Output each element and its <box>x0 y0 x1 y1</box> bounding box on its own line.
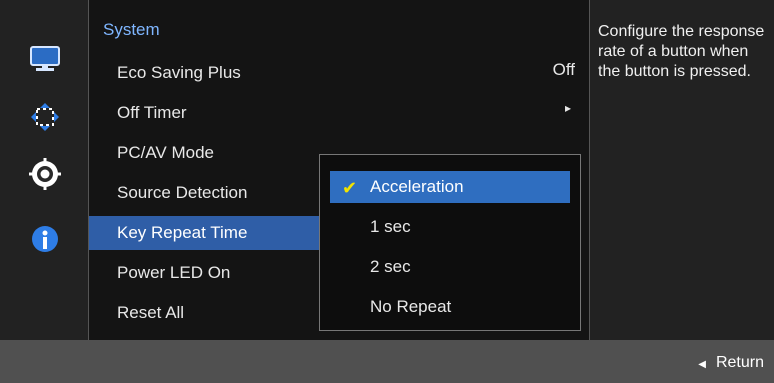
move-icon[interactable] <box>28 100 62 134</box>
menu-item-power-led-on[interactable]: Power LED On <box>89 256 319 290</box>
gear-icon[interactable] <box>28 157 62 191</box>
submenu-item-1-sec[interactable]: 1 sec <box>330 211 570 243</box>
info-icon[interactable] <box>28 222 62 256</box>
submenu-item-2-sec[interactable]: 2 sec <box>330 251 570 283</box>
menu-item-label: Off Timer <box>117 103 187 122</box>
submenu-item-acceleration[interactable]: ✔ Acceleration <box>330 171 570 203</box>
menu-item-label: Source Detection <box>117 183 248 202</box>
submenu-item-label: Acceleration <box>370 177 464 196</box>
menu-title: System <box>103 20 160 39</box>
menu-item-reset-all[interactable]: Reset All <box>89 296 319 330</box>
left-rail <box>0 0 88 340</box>
return-label: Return <box>715 354 764 371</box>
menu-item-key-repeat-time[interactable]: Key Repeat Time <box>89 216 319 250</box>
menu-item-label: Eco Saving Plus <box>117 63 241 82</box>
bottom-bar <box>0 340 774 383</box>
submenu-item-label: 1 sec <box>370 217 411 236</box>
eco-saving-value: Off <box>552 60 575 79</box>
description-text: Configure the response rate of a button … <box>598 23 765 80</box>
menu-item-label: Power LED On <box>117 263 231 282</box>
checkmark-icon: ✔ <box>342 178 358 198</box>
submenu-item-label: No Repeat <box>370 297 452 316</box>
key-repeat-submenu: ✔ Acceleration 1 sec 2 sec No Repeat <box>319 154 581 331</box>
description-panel: Configure the response rate of a button … <box>590 0 774 345</box>
submenu-item-label: 2 sec <box>370 257 411 276</box>
return-control[interactable]: ◀ Return <box>698 354 764 372</box>
menu-item-off-timer[interactable]: Off Timer <box>89 96 319 130</box>
menu-item-pc-av-mode[interactable]: PC/AV Mode <box>89 136 319 170</box>
submenu-item-no-repeat[interactable]: No Repeat <box>330 291 570 323</box>
chevron-right-icon: ▸ <box>564 101 571 115</box>
menu-item-label: Reset All <box>117 303 185 322</box>
menu-item-label: PC/AV Mode <box>117 143 215 162</box>
menu-item-eco-saving-plus[interactable]: Eco Saving Plus <box>89 56 319 90</box>
menu-item-source-detection[interactable]: Source Detection <box>89 176 319 210</box>
monitor-icon[interactable] <box>28 42 62 76</box>
menu-item-label: Key Repeat Time <box>117 223 248 242</box>
left-arrow-icon: ◀ <box>698 358 706 370</box>
